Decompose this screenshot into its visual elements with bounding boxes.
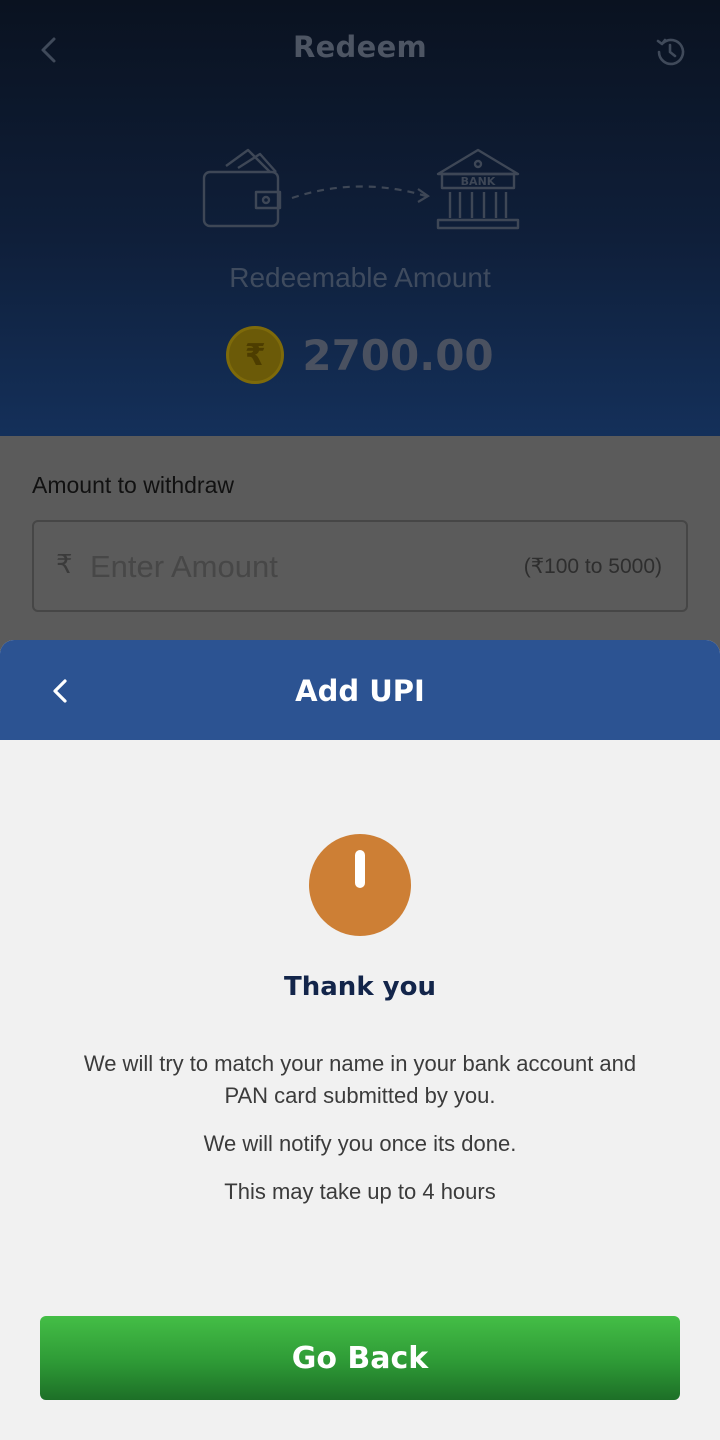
redeemable-amount-label: Redeemable Amount bbox=[229, 262, 491, 293]
amount-input[interactable] bbox=[90, 542, 470, 592]
sheet-header: Add UPI bbox=[0, 640, 720, 740]
alert-mark bbox=[355, 850, 365, 888]
page-header: Redeem BANK Redeemable Amount ₹ 2700.00 bbox=[0, 0, 720, 436]
sheet-title: Add UPI bbox=[295, 674, 425, 708]
match-name-message: We will try to match your name in your b… bbox=[83, 1051, 637, 1108]
bank-label: BANK bbox=[461, 175, 496, 188]
withdraw-form: Amount to withdraw ₹ (₹100 to 5000) bbox=[0, 436, 720, 656]
top-bar: Redeem bbox=[0, 0, 720, 100]
add-upi-sheet: Add UPI Thank you We will try to match y… bbox=[0, 640, 720, 1440]
wallet-icon bbox=[202, 148, 282, 228]
redeemable-amount-row: ₹ 2700.00 bbox=[0, 322, 720, 388]
amount-range-hint: (₹100 to 5000) bbox=[523, 555, 662, 578]
dashed-arrow-icon bbox=[291, 185, 431, 203]
alert-icon bbox=[309, 834, 411, 936]
thank-you-heading: Thank you bbox=[284, 972, 436, 1002]
coin-symbol: ₹ bbox=[244, 337, 266, 373]
rupee-coin-icon: ₹ bbox=[226, 326, 285, 384]
page-title: Redeem bbox=[292, 30, 428, 64]
amount-input-container[interactable]: ₹ (₹100 to 5000) bbox=[32, 520, 688, 612]
withdraw-label: Amount to withdraw bbox=[32, 472, 234, 498]
bank-icon bbox=[436, 148, 520, 230]
redeemable-amount-value: 2700.00 bbox=[302, 330, 494, 380]
notify-message: We will notify you once its done. bbox=[203, 1131, 517, 1156]
rupee-prefix: ₹ bbox=[56, 550, 73, 580]
wallet-to-bank-illustration: BANK bbox=[198, 142, 528, 234]
history-button[interactable] bbox=[650, 32, 690, 72]
go-back-button[interactable]: Go Back bbox=[40, 1316, 680, 1400]
duration-message: This may take up to 4 hours bbox=[224, 1179, 496, 1204]
history-icon bbox=[656, 38, 685, 66]
